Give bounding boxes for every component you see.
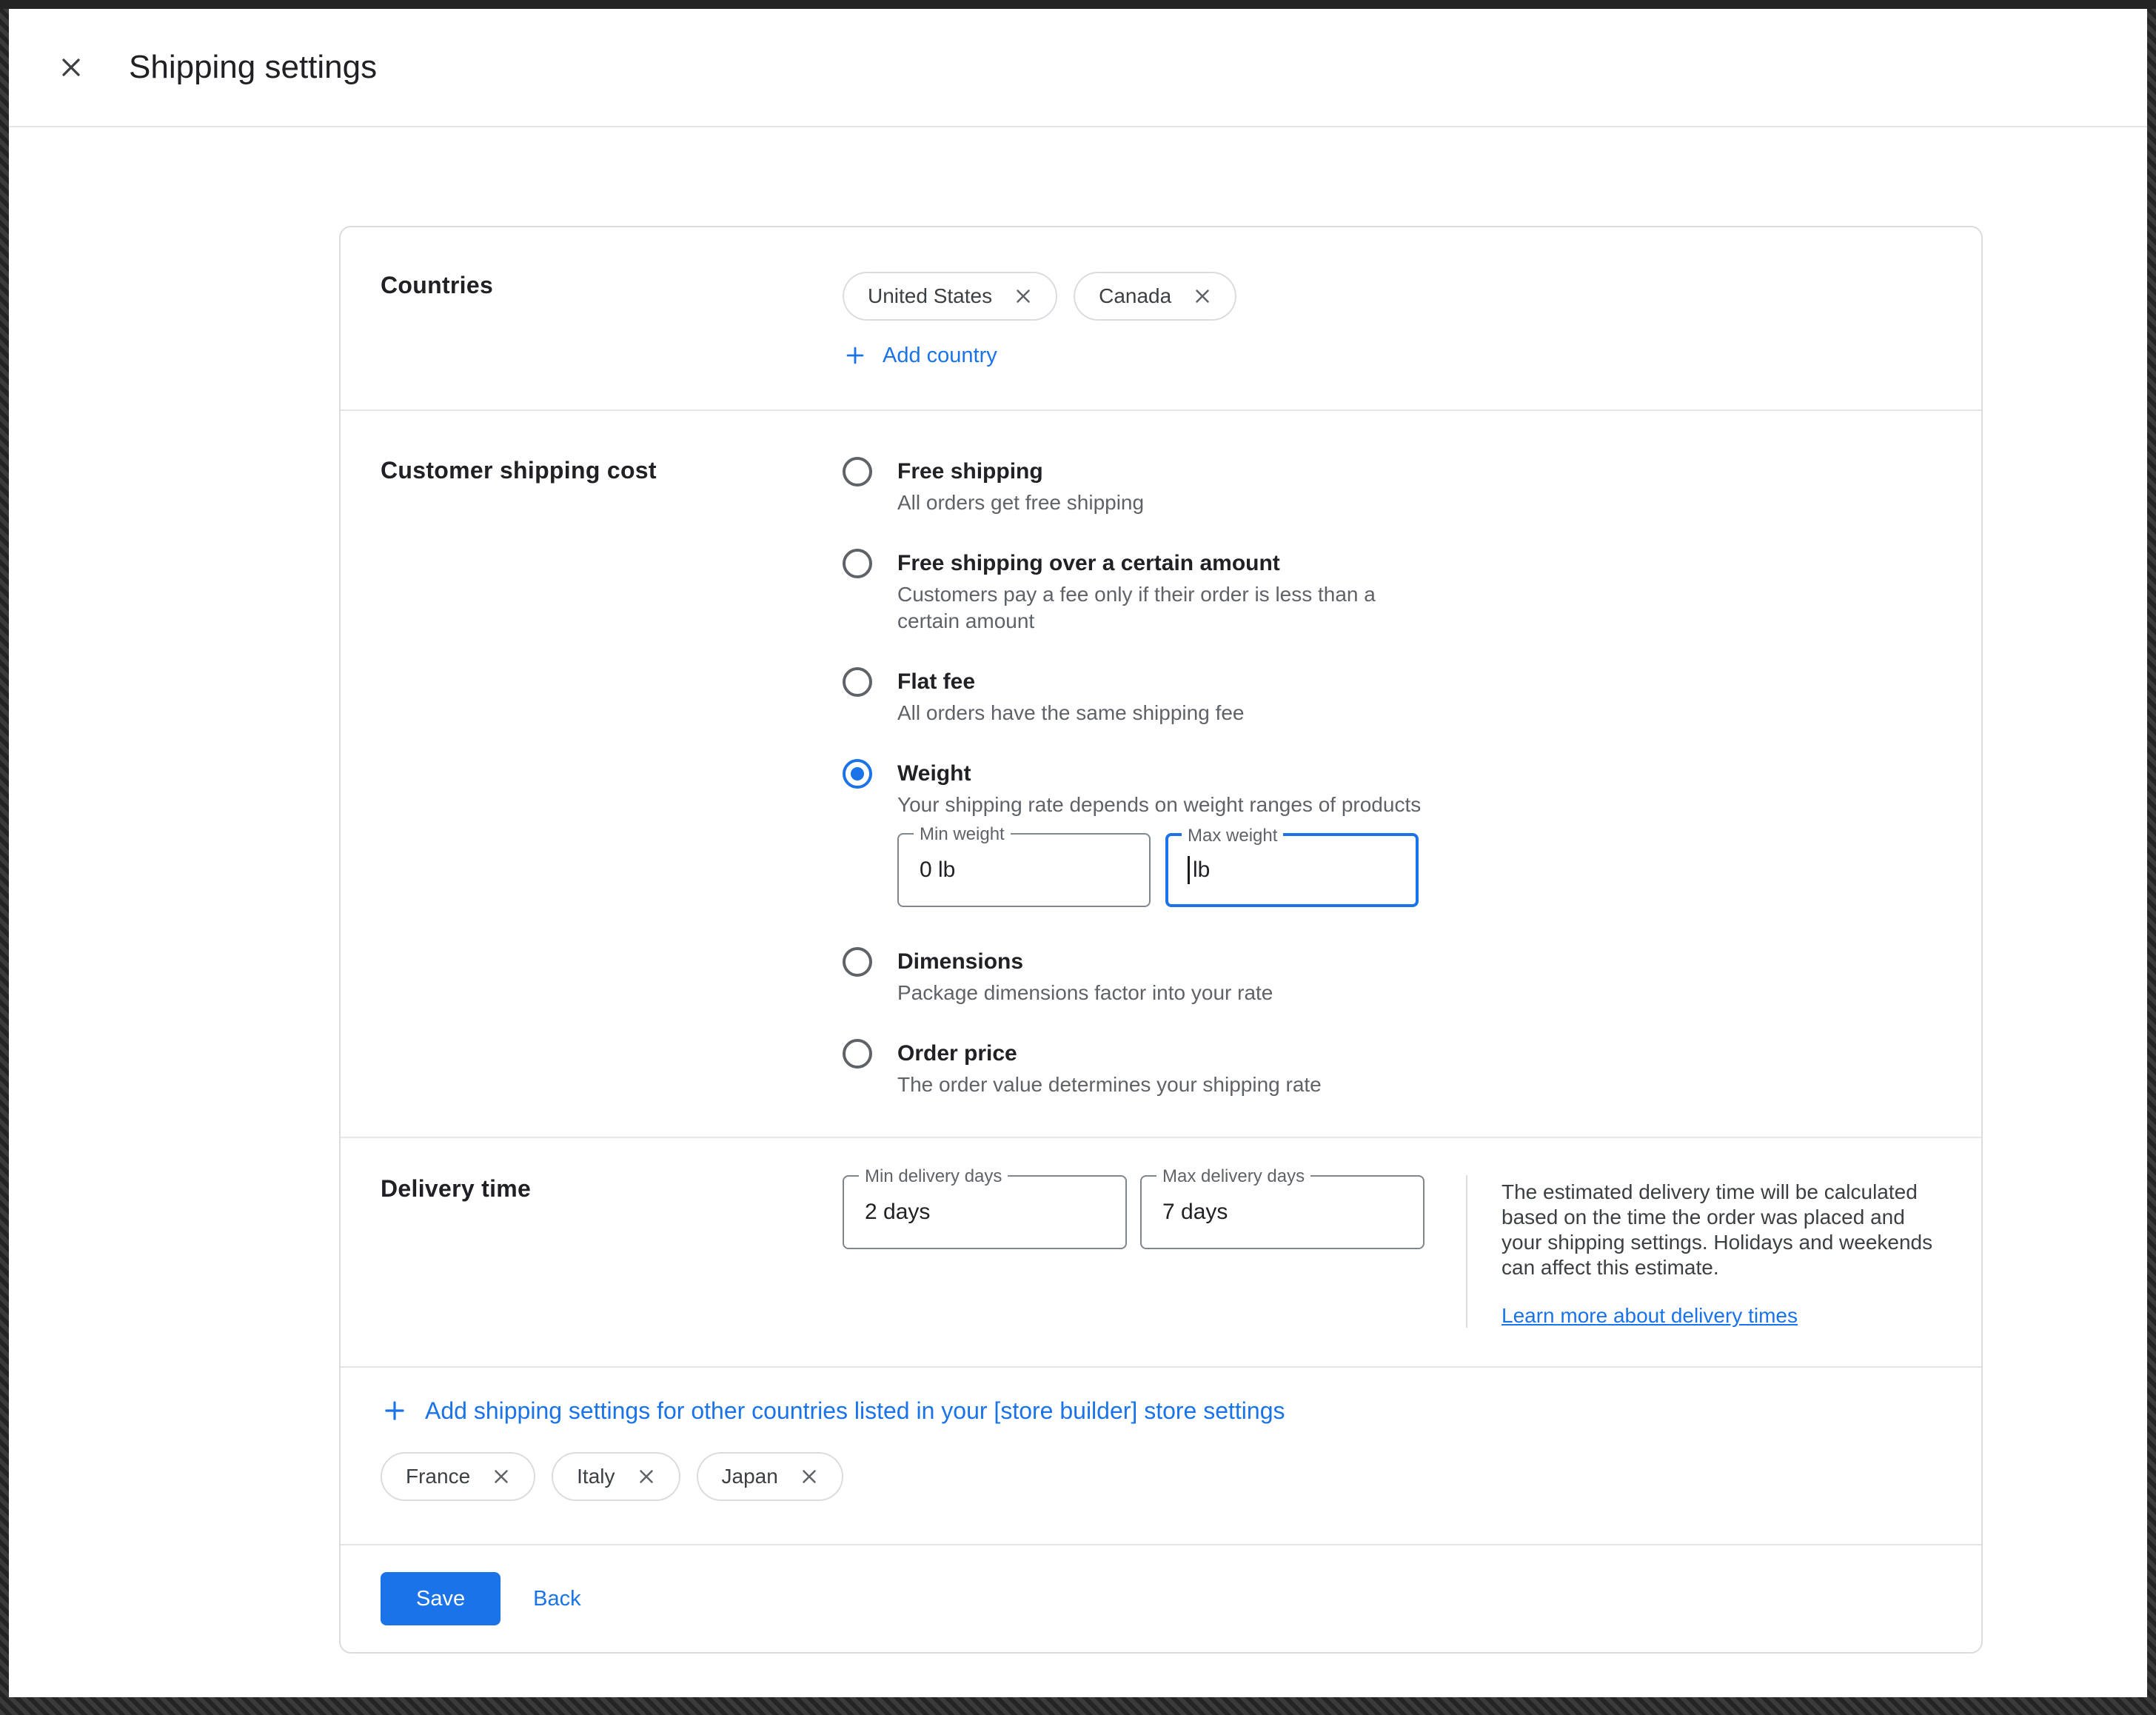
option-title: Weight — [897, 759, 1421, 789]
add-shipping-settings-label: Add shipping settings for other countrie… — [425, 1396, 1285, 1425]
close-icon — [1191, 285, 1213, 307]
dialog-header: Shipping settings — [9, 9, 2147, 127]
countries-content: United States Canada Add country — [843, 272, 1941, 368]
close-icon — [635, 1465, 657, 1488]
delivery-time-section: Delivery time Min delivery days 2 days M… — [341, 1138, 1981, 1366]
shipping-settings-dialog: Shipping settings Countries United State… — [9, 9, 2147, 1697]
field-label: Min weight — [914, 823, 1011, 846]
radio-button[interactable] — [843, 947, 872, 977]
countries-label: Countries — [381, 272, 843, 368]
radio-option-text: Weight Your shipping rate depends on wei… — [897, 759, 1421, 915]
radio-option-text: Flat fee All orders have the same shippi… — [897, 667, 1245, 726]
radio-option-text: Dimensions Package dimensions factor int… — [897, 947, 1273, 1006]
page-title: Shipping settings — [129, 49, 377, 86]
option-title: Flat fee — [897, 667, 1245, 697]
radio-option-text: Order price The order value determines y… — [897, 1039, 1322, 1098]
remove-country-button[interactable] — [1007, 280, 1040, 312]
country-chip-france: France — [381, 1452, 535, 1501]
radio-option-text: Free shipping over a certain amount Cust… — [897, 549, 1430, 635]
chip-label: Italy — [577, 1465, 615, 1488]
remove-country-button[interactable] — [1186, 280, 1219, 312]
chip-label: Japan — [722, 1465, 778, 1488]
min-weight-input[interactable]: Min weight 0 lb — [897, 833, 1151, 907]
delivery-time-label: Delivery time — [381, 1175, 843, 1328]
radio-option-free-shipping[interactable]: Free shipping All orders get free shippi… — [843, 457, 1941, 516]
delivery-fields: Min delivery days 2 days Max delivery da… — [843, 1175, 1424, 1328]
radio-button[interactable] — [843, 759, 872, 789]
other-country-chips: France Italy Japan — [381, 1452, 1941, 1501]
field-value: 7 days — [1162, 1200, 1228, 1225]
settings-card: Countries United States Canada — [339, 226, 1983, 1654]
close-icon — [1012, 285, 1034, 307]
option-title: Order price — [897, 1039, 1322, 1069]
dialog-footer: Save Back — [341, 1545, 1981, 1652]
country-chip-canada: Canada — [1074, 272, 1236, 321]
option-title: Free shipping — [897, 457, 1144, 487]
remove-country-button[interactable] — [793, 1460, 826, 1493]
back-button[interactable]: Back — [515, 1575, 598, 1623]
field-label: Max weight — [1182, 824, 1283, 848]
field-value: 2 days — [865, 1200, 930, 1225]
add-country-label: Add country — [883, 344, 997, 368]
radio-option-weight[interactable]: Weight Your shipping rate depends on wei… — [843, 759, 1941, 915]
learn-more-link[interactable]: Learn more about delivery times — [1502, 1304, 1798, 1328]
min-delivery-days-input[interactable]: Min delivery days 2 days — [843, 1175, 1127, 1249]
max-weight-input[interactable]: Max weight lb — [1165, 833, 1419, 907]
radio-option-order-price[interactable]: Order price The order value determines y… — [843, 1039, 1941, 1098]
radio-button[interactable] — [843, 1039, 872, 1069]
close-icon — [490, 1465, 512, 1488]
field-label: Min delivery days — [859, 1165, 1008, 1189]
close-icon — [56, 53, 86, 82]
text-caret — [1188, 856, 1190, 884]
radio-button[interactable] — [843, 457, 872, 487]
close-icon — [798, 1465, 820, 1488]
weight-range-fields: Min weight 0 lb Max weight lb — [897, 833, 1421, 907]
chip-label: Canada — [1099, 284, 1171, 308]
plus-icon — [381, 1397, 409, 1425]
save-button[interactable]: Save — [381, 1572, 500, 1625]
option-title: Dimensions — [897, 947, 1273, 977]
max-delivery-days-input[interactable]: Max delivery days 7 days — [1140, 1175, 1424, 1249]
field-label: Max delivery days — [1156, 1165, 1310, 1189]
radio-option-text: Free shipping All orders get free shippi… — [897, 457, 1144, 516]
chip-label: France — [406, 1465, 470, 1488]
country-chip-united-states: United States — [843, 272, 1057, 321]
chip-label: United States — [868, 284, 992, 308]
other-countries-section: Add shipping settings for other countrie… — [341, 1368, 1981, 1544]
field-value: 0 lb — [920, 858, 955, 883]
option-description: All orders have the same shipping fee — [897, 700, 1245, 726]
plus-icon — [843, 343, 868, 368]
close-button[interactable] — [41, 38, 101, 97]
countries-section: Countries United States Canada — [341, 227, 1981, 409]
remove-country-button[interactable] — [630, 1460, 663, 1493]
radio-option-flat-fee[interactable]: Flat fee All orders have the same shippi… — [843, 667, 1941, 726]
add-shipping-settings-button[interactable]: Add shipping settings for other countrie… — [381, 1396, 1285, 1425]
shipping-cost-label: Customer shipping cost — [381, 457, 843, 1098]
country-chip-japan: Japan — [697, 1452, 843, 1501]
option-title: Free shipping over a certain amount — [897, 549, 1430, 578]
country-chip-italy: Italy — [552, 1452, 680, 1501]
option-description: The order value determines your shipping… — [897, 1072, 1322, 1098]
radio-button[interactable] — [843, 667, 872, 697]
option-description: Your shipping rate depends on weight ran… — [897, 792, 1421, 818]
add-country-button[interactable]: Add country — [843, 343, 997, 368]
option-description: All orders get free shipping — [897, 489, 1144, 516]
radio-button[interactable] — [843, 549, 872, 578]
remove-country-button[interactable] — [485, 1460, 518, 1493]
country-chips: United States Canada — [843, 272, 1941, 321]
radio-option-free-shipping-over-amount[interactable]: Free shipping over a certain amount Cust… — [843, 549, 1941, 635]
option-description: Package dimensions factor into your rate — [897, 980, 1273, 1006]
shipping-cost-options: Free shipping All orders get free shippi… — [843, 457, 1941, 1098]
vertical-divider — [1466, 1175, 1467, 1328]
radio-option-dimensions[interactable]: Dimensions Package dimensions factor int… — [843, 947, 1941, 1006]
field-value: lb — [1193, 858, 1210, 883]
delivery-helper-text: The estimated delivery time will be calc… — [1502, 1180, 1934, 1280]
shipping-cost-section: Customer shipping cost Free shipping All… — [341, 411, 1981, 1137]
delivery-time-content: Min delivery days 2 days Max delivery da… — [843, 1175, 1941, 1328]
option-description: Customers pay a fee only if their order … — [897, 581, 1430, 635]
delivery-helper: The estimated delivery time will be calc… — [1502, 1175, 1934, 1328]
